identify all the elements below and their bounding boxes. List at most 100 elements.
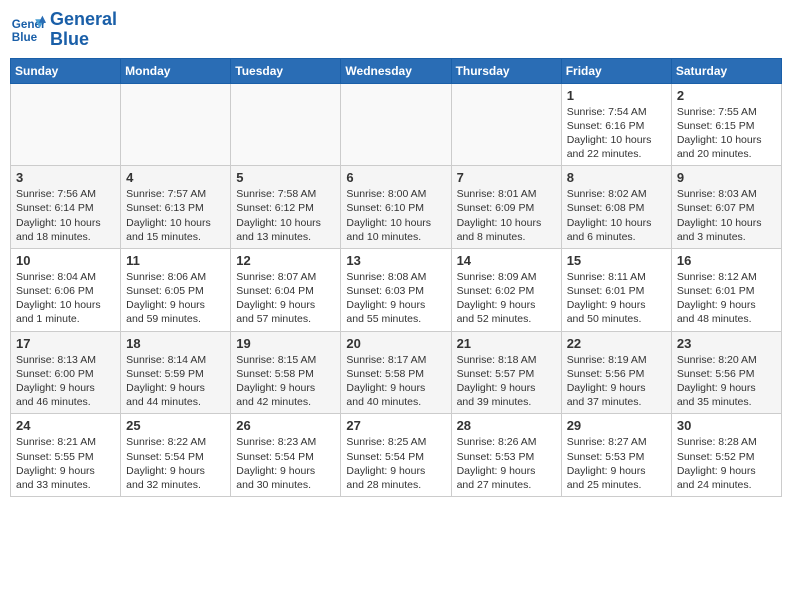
day-info: Daylight: 9 hours and 50 minutes. <box>567 298 666 326</box>
calendar-cell: 28Sunrise: 8:26 AMSunset: 5:53 PMDayligh… <box>451 414 561 497</box>
day-info: Sunset: 6:13 PM <box>126 201 225 215</box>
day-info: Daylight: 9 hours and 42 minutes. <box>236 381 335 409</box>
weekday-header-saturday: Saturday <box>671 58 781 83</box>
day-number: 24 <box>16 418 115 433</box>
day-info: Daylight: 9 hours and 57 minutes. <box>236 298 335 326</box>
day-info: Sunset: 6:03 PM <box>346 284 445 298</box>
day-info: Sunset: 6:04 PM <box>236 284 335 298</box>
day-number: 10 <box>16 253 115 268</box>
day-number: 15 <box>567 253 666 268</box>
day-info: Daylight: 10 hours and 3 minutes. <box>677 216 776 244</box>
day-info: Sunrise: 8:04 AM <box>16 270 115 284</box>
day-info: Sunrise: 8:23 AM <box>236 435 335 449</box>
day-info: Sunrise: 7:57 AM <box>126 187 225 201</box>
day-info: Sunset: 6:16 PM <box>567 119 666 133</box>
calendar-cell: 15Sunrise: 8:11 AMSunset: 6:01 PMDayligh… <box>561 248 671 331</box>
day-info: Daylight: 9 hours and 59 minutes. <box>126 298 225 326</box>
day-info: Sunrise: 8:27 AM <box>567 435 666 449</box>
calendar-cell: 8Sunrise: 8:02 AMSunset: 6:08 PMDaylight… <box>561 166 671 249</box>
day-number: 21 <box>457 336 556 351</box>
calendar-cell <box>231 83 341 166</box>
day-info: Daylight: 9 hours and 44 minutes. <box>126 381 225 409</box>
weekday-header-tuesday: Tuesday <box>231 58 341 83</box>
day-info: Sunset: 6:00 PM <box>16 367 115 381</box>
day-info: Daylight: 10 hours and 15 minutes. <box>126 216 225 244</box>
day-info: Sunset: 5:54 PM <box>126 450 225 464</box>
day-info: Sunrise: 8:13 AM <box>16 353 115 367</box>
day-info: Sunset: 6:10 PM <box>346 201 445 215</box>
day-number: 4 <box>126 170 225 185</box>
day-info: Sunset: 5:59 PM <box>126 367 225 381</box>
day-info: Sunset: 5:56 PM <box>567 367 666 381</box>
day-number: 13 <box>346 253 445 268</box>
day-number: 29 <box>567 418 666 433</box>
calendar-cell: 17Sunrise: 8:13 AMSunset: 6:00 PMDayligh… <box>11 331 121 414</box>
day-info: Daylight: 9 hours and 46 minutes. <box>16 381 115 409</box>
day-number: 25 <box>126 418 225 433</box>
calendar-cell: 6Sunrise: 8:00 AMSunset: 6:10 PMDaylight… <box>341 166 451 249</box>
day-number: 14 <box>457 253 556 268</box>
calendar-week-4: 17Sunrise: 8:13 AMSunset: 6:00 PMDayligh… <box>11 331 782 414</box>
day-info: Sunrise: 8:28 AM <box>677 435 776 449</box>
day-number: 12 <box>236 253 335 268</box>
calendar-cell: 13Sunrise: 8:08 AMSunset: 6:03 PMDayligh… <box>341 248 451 331</box>
day-info: Sunset: 6:14 PM <box>16 201 115 215</box>
day-info: Sunset: 5:53 PM <box>457 450 556 464</box>
day-number: 11 <box>126 253 225 268</box>
calendar-cell: 26Sunrise: 8:23 AMSunset: 5:54 PMDayligh… <box>231 414 341 497</box>
day-info: Daylight: 9 hours and 30 minutes. <box>236 464 335 492</box>
day-number: 18 <box>126 336 225 351</box>
day-info: Sunrise: 8:25 AM <box>346 435 445 449</box>
day-number: 28 <box>457 418 556 433</box>
calendar-cell: 16Sunrise: 8:12 AMSunset: 6:01 PMDayligh… <box>671 248 781 331</box>
day-info: Daylight: 9 hours and 33 minutes. <box>16 464 115 492</box>
calendar-cell <box>451 83 561 166</box>
day-number: 23 <box>677 336 776 351</box>
day-info: Sunset: 6:09 PM <box>457 201 556 215</box>
svg-text:Blue: Blue <box>12 31 38 44</box>
day-number: 3 <box>16 170 115 185</box>
calendar-week-1: 1Sunrise: 7:54 AMSunset: 6:16 PMDaylight… <box>11 83 782 166</box>
logo-wordmark: General Blue <box>50 10 117 50</box>
day-info: Daylight: 10 hours and 6 minutes. <box>567 216 666 244</box>
day-info: Sunset: 5:55 PM <box>16 450 115 464</box>
day-info: Daylight: 9 hours and 40 minutes. <box>346 381 445 409</box>
calendar-cell: 24Sunrise: 8:21 AMSunset: 5:55 PMDayligh… <box>11 414 121 497</box>
calendar-cell: 22Sunrise: 8:19 AMSunset: 5:56 PMDayligh… <box>561 331 671 414</box>
day-info: Sunset: 6:12 PM <box>236 201 335 215</box>
day-info: Sunrise: 7:58 AM <box>236 187 335 201</box>
day-info: Sunrise: 8:06 AM <box>126 270 225 284</box>
logo: General Blue General Blue <box>10 10 117 50</box>
calendar-cell: 19Sunrise: 8:15 AMSunset: 5:58 PMDayligh… <box>231 331 341 414</box>
calendar-cell: 27Sunrise: 8:25 AMSunset: 5:54 PMDayligh… <box>341 414 451 497</box>
day-info: Sunrise: 8:15 AM <box>236 353 335 367</box>
day-info: Sunset: 6:06 PM <box>16 284 115 298</box>
day-info: Sunset: 6:08 PM <box>567 201 666 215</box>
day-number: 16 <box>677 253 776 268</box>
calendar-cell: 14Sunrise: 8:09 AMSunset: 6:02 PMDayligh… <box>451 248 561 331</box>
day-number: 27 <box>346 418 445 433</box>
day-info: Daylight: 9 hours and 48 minutes. <box>677 298 776 326</box>
day-number: 26 <box>236 418 335 433</box>
calendar-cell: 25Sunrise: 8:22 AMSunset: 5:54 PMDayligh… <box>121 414 231 497</box>
day-info: Daylight: 9 hours and 37 minutes. <box>567 381 666 409</box>
weekday-header-thursday: Thursday <box>451 58 561 83</box>
calendar-cell <box>121 83 231 166</box>
day-info: Daylight: 9 hours and 55 minutes. <box>346 298 445 326</box>
day-info: Sunset: 5:56 PM <box>677 367 776 381</box>
calendar-cell: 23Sunrise: 8:20 AMSunset: 5:56 PMDayligh… <box>671 331 781 414</box>
day-info: Sunrise: 8:20 AM <box>677 353 776 367</box>
calendar-cell: 9Sunrise: 8:03 AMSunset: 6:07 PMDaylight… <box>671 166 781 249</box>
calendar-week-2: 3Sunrise: 7:56 AMSunset: 6:14 PMDaylight… <box>11 166 782 249</box>
day-info: Daylight: 9 hours and 24 minutes. <box>677 464 776 492</box>
calendar-table: SundayMondayTuesdayWednesdayThursdayFrid… <box>10 58 782 497</box>
calendar-cell <box>341 83 451 166</box>
calendar-cell: 11Sunrise: 8:06 AMSunset: 6:05 PMDayligh… <box>121 248 231 331</box>
calendar-cell: 1Sunrise: 7:54 AMSunset: 6:16 PMDaylight… <box>561 83 671 166</box>
day-info: Sunset: 6:01 PM <box>567 284 666 298</box>
day-info: Daylight: 9 hours and 39 minutes. <box>457 381 556 409</box>
day-info: Sunrise: 8:03 AM <box>677 187 776 201</box>
weekday-header-row: SundayMondayTuesdayWednesdayThursdayFrid… <box>11 58 782 83</box>
day-number: 7 <box>457 170 556 185</box>
day-number: 20 <box>346 336 445 351</box>
